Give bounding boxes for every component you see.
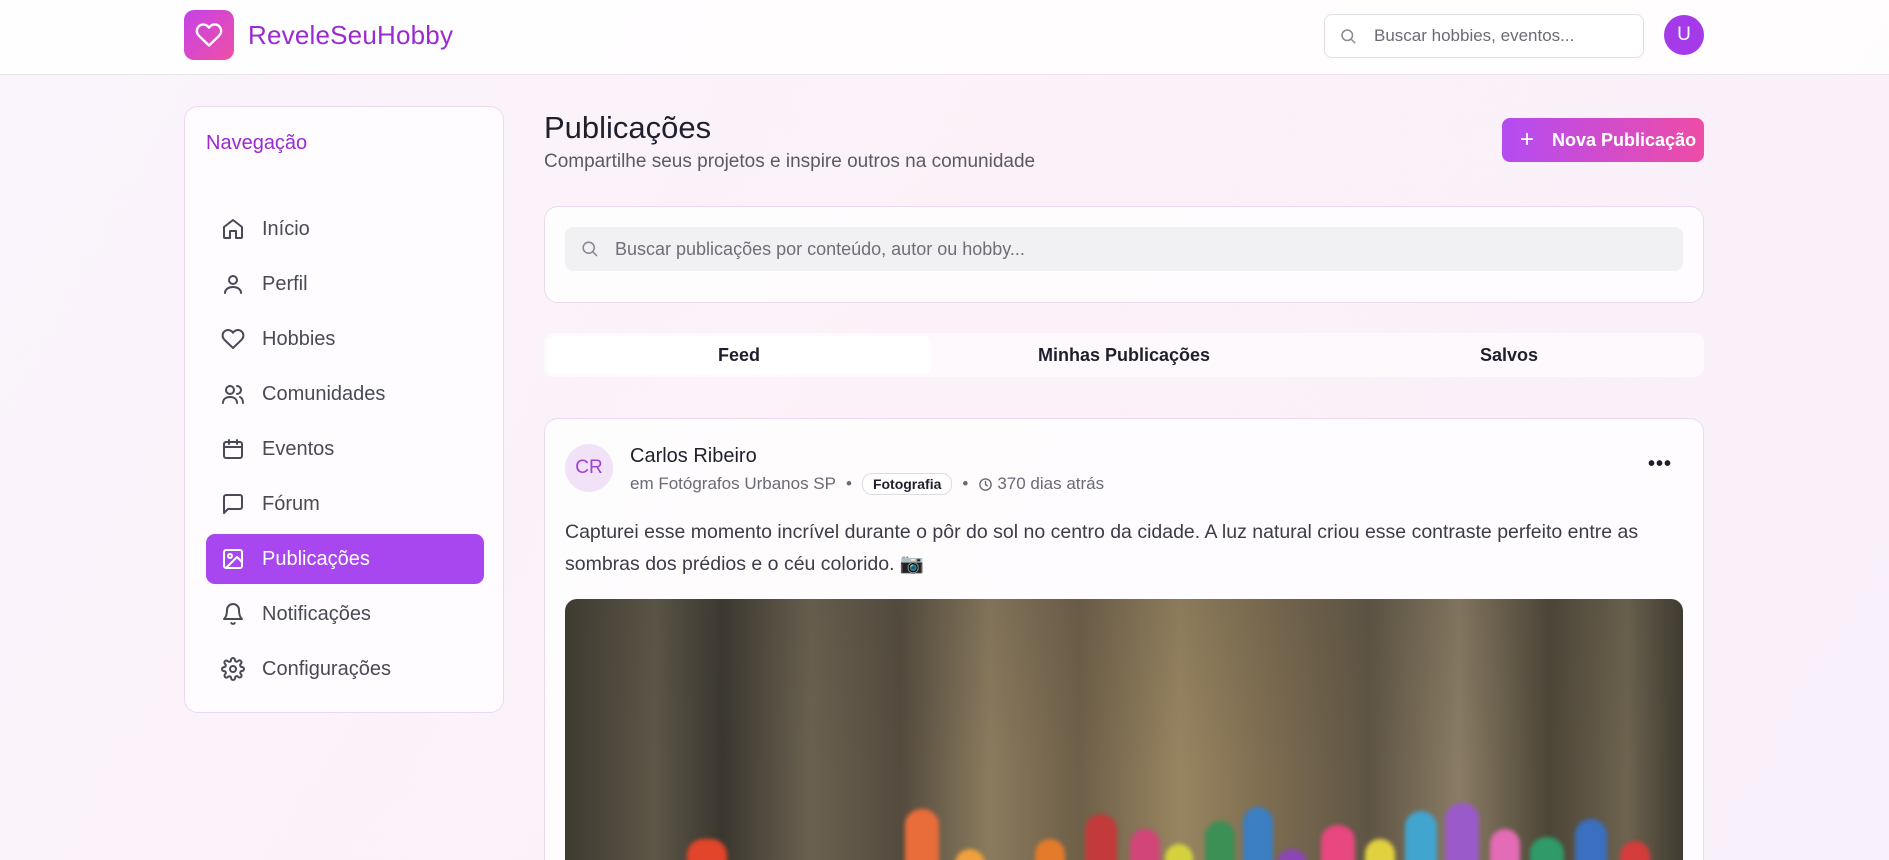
- crayon-shape: [1445, 803, 1479, 860]
- separator-dot: •: [962, 474, 969, 493]
- new-post-label: Nova Publicação: [1552, 129, 1697, 150]
- sidebar-item-comunidades[interactable]: Comunidades: [206, 369, 484, 419]
- crayon-shape: [687, 839, 727, 860]
- user-avatar[interactable]: U: [1664, 15, 1704, 55]
- sidebar-item-publicacoes[interactable]: Publicações: [206, 534, 484, 584]
- new-post-button[interactable]: + Nova Publicação: [1502, 118, 1704, 162]
- plus-icon: +: [1520, 126, 1535, 153]
- global-search-input[interactable]: [1374, 15, 1634, 57]
- crayon-shape: [1321, 825, 1355, 860]
- sidebar-item-label: Hobbies: [262, 327, 336, 350]
- logo-heart-icon[interactable]: [184, 10, 234, 60]
- sidebar-item-hobbies[interactable]: Hobbies: [206, 314, 484, 364]
- brand-name[interactable]: ReveleSeuHobby: [248, 20, 453, 51]
- sidebar-item-forum[interactable]: Fórum: [206, 479, 484, 529]
- sidebar-item-label: Fórum: [262, 492, 320, 515]
- tab-feed[interactable]: Feed: [547, 336, 931, 374]
- users-icon: [220, 381, 246, 407]
- crayon-shape: [905, 809, 939, 860]
- sidebar-item-label: Notificações: [262, 602, 371, 625]
- bell-icon: [220, 601, 246, 627]
- clock-icon: [978, 477, 993, 492]
- separator-dot: •: [845, 474, 852, 493]
- crayon-shape: [1243, 807, 1273, 860]
- image-icon: [220, 546, 246, 572]
- crayon-shape: [1205, 821, 1235, 860]
- message-square-icon: [220, 491, 246, 517]
- image-overlay: [565, 599, 1683, 860]
- crayon-shape: [1085, 814, 1117, 860]
- sidebar-item-label: Perfil: [262, 272, 308, 295]
- crayon-shape: [1575, 819, 1607, 860]
- sidebar-navigation: Navegação Início Perfil Hobbies Comunida…: [184, 106, 504, 713]
- sidebar-item-label: Eventos: [262, 437, 335, 460]
- sidebar-item-label: Configurações: [262, 657, 391, 680]
- post-text: Capturei esse momento incrível durante o…: [565, 521, 1639, 575]
- sidebar-item-inicio[interactable]: Início: [206, 204, 484, 254]
- sidebar-item-configuracoes[interactable]: Configurações: [206, 644, 484, 694]
- post-time: 370 dias atrás: [997, 474, 1105, 493]
- calendar-icon: [220, 436, 246, 462]
- gear-icon: [220, 656, 246, 682]
- author-avatar[interactable]: CR: [565, 444, 613, 492]
- post-image[interactable]: [565, 599, 1683, 860]
- user-icon: [220, 271, 246, 297]
- hobby-badge[interactable]: Fotografia: [861, 473, 953, 495]
- sidebar-item-label: Início: [262, 217, 310, 240]
- post-author[interactable]: Carlos Ribeiro: [630, 445, 757, 468]
- crayon-shape: [1490, 829, 1520, 860]
- post-card: CR Carlos Ribeiro em Fotógrafos Urbanos …: [544, 418, 1704, 860]
- post-search[interactable]: [565, 227, 1683, 271]
- tab-minhas-publicacoes[interactable]: Minhas Publicações: [932, 336, 1316, 374]
- tab-salvos[interactable]: Salvos: [1317, 336, 1701, 374]
- page-subtitle: Compartilhe seus projetos e inspire outr…: [544, 151, 1036, 172]
- search-icon: [1339, 27, 1357, 50]
- top-bar: ReveleSeuHobby U: [0, 0, 1889, 75]
- sidebar-item-notificacoes[interactable]: Notificações: [206, 589, 484, 639]
- heart-icon: [220, 326, 246, 352]
- post-search-input[interactable]: [615, 227, 1665, 271]
- global-search[interactable]: [1324, 14, 1644, 58]
- page-title: Publicações: [544, 110, 712, 145]
- home-icon: [220, 216, 246, 242]
- post-tabs: Feed Minhas Publicações Salvos: [544, 333, 1704, 377]
- more-options-icon[interactable]: •••: [1645, 453, 1675, 475]
- crayon-shape: [1130, 829, 1160, 860]
- post-meta: em Fotógrafos Urbanos SP • Fotografia • …: [630, 471, 1104, 497]
- crayon-shape: [1530, 837, 1564, 860]
- sidebar-item-label: Publicações: [262, 547, 370, 570]
- sidebar-item-label: Comunidades: [262, 382, 386, 405]
- sidebar-item-eventos[interactable]: Eventos: [206, 424, 484, 474]
- post-community[interactable]: em Fotógrafos Urbanos SP: [630, 474, 836, 494]
- search-icon: [580, 239, 599, 263]
- sidebar-item-perfil[interactable]: Perfil: [206, 259, 484, 309]
- sidebar-title: Navegação: [206, 132, 308, 154]
- crayon-shape: [1405, 811, 1437, 860]
- post-search-card: [544, 206, 1704, 303]
